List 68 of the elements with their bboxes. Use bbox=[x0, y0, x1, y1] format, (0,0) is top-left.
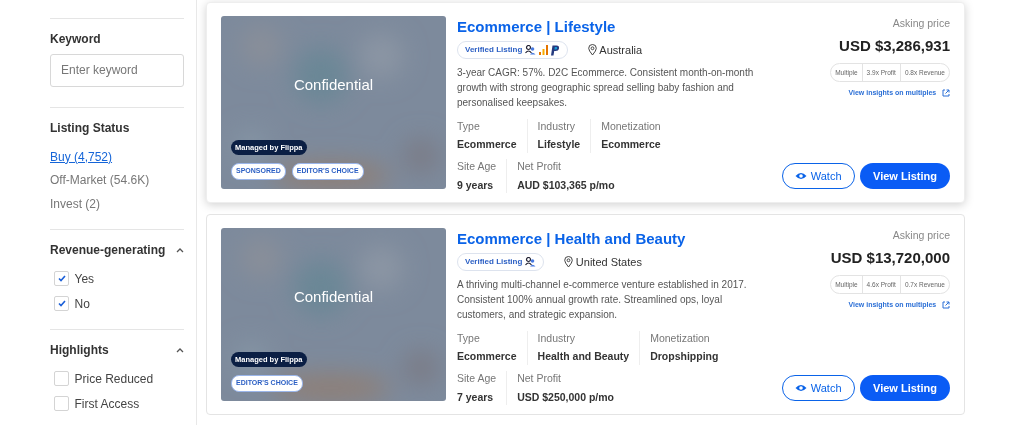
asking-price-label: Asking price bbox=[892, 228, 950, 243]
watch-button[interactable]: Watch bbox=[781, 375, 855, 401]
checkbox[interactable] bbox=[54, 371, 69, 386]
bar-chart-icon bbox=[538, 45, 548, 56]
option-label: Price Reduced bbox=[74, 370, 154, 388]
option-label: First Access bbox=[74, 395, 140, 413]
keyword-field[interactable]: Enter keyword bbox=[50, 53, 184, 87]
status-link[interactable]: Off-Market (54.6K) bbox=[50, 171, 184, 189]
stat-value: 7 years bbox=[457, 389, 495, 405]
asking-price-label: Asking price bbox=[892, 16, 950, 31]
stat-value: Ecommerce bbox=[457, 349, 517, 365]
eye-icon bbox=[794, 172, 807, 180]
stat-label: Net Profit bbox=[517, 159, 562, 174]
stat-label: Monetization bbox=[601, 118, 661, 134]
stat-value: Ecommerce bbox=[601, 137, 661, 153]
location-pin-icon bbox=[587, 44, 597, 57]
check-icon bbox=[57, 275, 66, 282]
listing-title[interactable]: Ecommerce | Lifestyle bbox=[457, 16, 762, 39]
view-listing-button[interactable]: View Listing bbox=[860, 375, 950, 401]
stat-label: Industry bbox=[537, 118, 576, 134]
section-heading: Listing Status bbox=[50, 119, 131, 137]
verified-label: Verified Listing bbox=[465, 44, 523, 57]
status-link[interactable]: Buy (4,752) bbox=[50, 147, 184, 166]
listing-description: 3-year CAGR: 57%. D2C Ecommerce. Consistent month-on-month growth with strong geographic spread selling baby fashion and personalised keepsakes. bbox=[457, 65, 755, 110]
asking-price: USD $13,720,000 bbox=[830, 247, 950, 268]
stat-value: 9 years bbox=[457, 177, 495, 193]
stat-label: Type bbox=[457, 118, 481, 134]
stat-value: USD $250,000 p/mo bbox=[517, 389, 614, 405]
external-link-icon bbox=[942, 89, 950, 97]
stat-label: Site Age bbox=[457, 371, 497, 386]
stat-value: Ecommerce bbox=[457, 137, 517, 153]
stat-value: Lifestyle bbox=[537, 137, 581, 153]
stat-value: Dropshipping bbox=[650, 349, 719, 365]
keyword-label: Keyword bbox=[50, 31, 102, 48]
view-listing-button[interactable]: View Listing bbox=[860, 163, 950, 189]
stat-value: Health and Beauty bbox=[537, 349, 630, 365]
watch-button[interactable]: Watch bbox=[781, 163, 855, 189]
external-link-icon bbox=[942, 301, 950, 309]
asking-price: USD $3,286,931 bbox=[839, 35, 950, 56]
status-link[interactable]: Invest (2) bbox=[50, 194, 184, 213]
stat-label: Site Age bbox=[457, 159, 497, 174]
overlay-text: Confidential bbox=[292, 287, 375, 307]
overlay-text: Confidential bbox=[292, 75, 375, 95]
listing-title[interactable]: Ecommerce | Health and Beauty bbox=[457, 228, 762, 251]
checkbox[interactable] bbox=[54, 271, 69, 286]
stat-label: Net Profit bbox=[517, 371, 562, 386]
check-icon bbox=[57, 300, 66, 307]
people-icon bbox=[525, 257, 537, 268]
location-text: Australia bbox=[599, 43, 643, 58]
chevron-up-icon[interactable] bbox=[176, 346, 184, 353]
listing-description: A thriving multi-channel e-commerce venture established in 2017. Consistent 100% annual growth rate. Streamlined ops, loyal customers, and strategic expansion. bbox=[457, 277, 748, 322]
section-heading: Highlights bbox=[50, 341, 109, 359]
section-heading: Revenue-generating bbox=[50, 241, 166, 259]
option-label: Yes bbox=[74, 270, 95, 288]
eye-icon bbox=[794, 384, 807, 392]
stat-value: AUD $103,365 p/mo bbox=[517, 177, 615, 193]
verified-label: Verified Listing bbox=[465, 256, 523, 269]
chevron-up-icon[interactable] bbox=[176, 246, 184, 253]
option-label: No bbox=[74, 295, 90, 313]
checkbox[interactable] bbox=[54, 296, 69, 311]
payment-icon bbox=[550, 44, 560, 56]
stat-label: Type bbox=[457, 330, 481, 346]
location-pin-icon bbox=[564, 256, 574, 269]
checkbox[interactable] bbox=[54, 396, 69, 411]
stat-label: Monetization bbox=[650, 330, 711, 346]
people-icon bbox=[525, 45, 537, 56]
stat-label: Industry bbox=[537, 330, 576, 346]
location-text: United States bbox=[575, 255, 642, 270]
